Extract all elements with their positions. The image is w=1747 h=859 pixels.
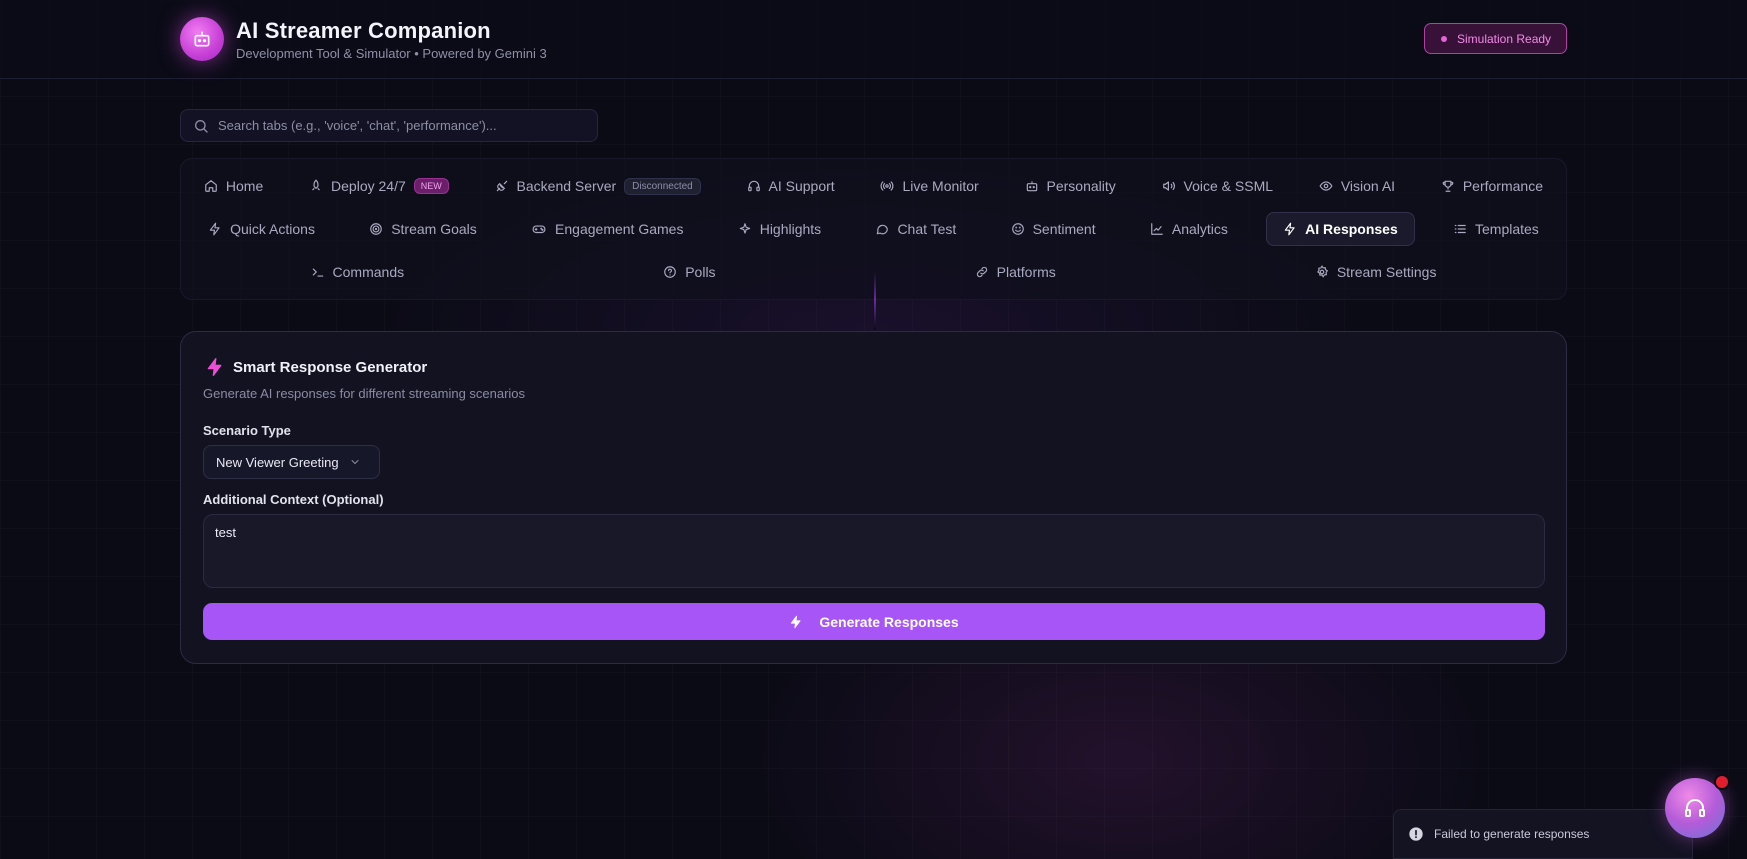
tab-stream-settings[interactable]: Stream Settings (1299, 255, 1453, 289)
tab-label: Personality (1046, 178, 1116, 194)
app-header: AI Streamer Companion Development Tool &… (0, 0, 1747, 79)
scenario-type-value: New Viewer Greeting (216, 454, 339, 470)
app-subtitle: Development Tool & Simulator • Powered b… (236, 46, 547, 61)
tab-voice-ssml[interactable]: Voice & SSML (1146, 169, 1290, 203)
target-icon (370, 223, 383, 235)
tab-label: Analytics (1171, 221, 1228, 237)
bot-icon (1026, 181, 1037, 192)
plug-icon (496, 180, 507, 192)
tab-vision-ai[interactable]: Vision AI (1303, 169, 1411, 203)
tab-label: Platforms (996, 264, 1056, 280)
tab-label: Deploy 24/7 (331, 178, 406, 194)
tab-ai-support[interactable]: AI Support (731, 169, 851, 203)
tab-label: Sentiment (1032, 221, 1096, 237)
tab-polls[interactable]: Polls (647, 255, 731, 289)
tab-performance[interactable]: Performance (1425, 169, 1559, 203)
glow-divider (874, 270, 876, 330)
tab-label: Engagement Games (555, 221, 684, 237)
tab-sentiment[interactable]: Sentiment (995, 212, 1112, 246)
eye-icon (1319, 181, 1333, 191)
scenario-type-label: Scenario Type (203, 423, 291, 438)
sparkles-icon (739, 223, 750, 234)
rocket-icon (312, 179, 320, 191)
zap-icon (791, 615, 801, 628)
smart-response-card: Smart Response Generator Generate AI res… (180, 331, 1567, 664)
smile-icon (1011, 223, 1024, 235)
tab-label: Home (225, 178, 264, 194)
tab-label: AI Support (768, 178, 835, 194)
app-title: AI Streamer Companion (236, 18, 491, 43)
tab-label: Stream Settings (1336, 264, 1437, 280)
toast-message: Failed to generate responses (1434, 827, 1590, 841)
tab-label: AI Responses (1305, 221, 1398, 237)
alert-circle-icon (1409, 827, 1423, 841)
terminal-icon (312, 268, 323, 277)
disconnected-badge: Disconnected (624, 177, 701, 195)
generate-button-label: Generate Responses (819, 613, 959, 630)
headset-icon (1685, 799, 1705, 817)
zap-icon (207, 358, 222, 376)
tab-label: Templates (1475, 221, 1539, 237)
home-icon (205, 180, 217, 192)
tab-label: Performance (1462, 178, 1543, 194)
tab-label: Vision AI (1340, 178, 1396, 194)
card-title: Smart Response Generator (233, 359, 428, 376)
tab-quick-actions[interactable]: Quick Actions (192, 212, 331, 246)
tab-live-monitor[interactable]: Live Monitor (864, 169, 994, 203)
search-input[interactable] (218, 118, 588, 133)
tab-label: Commands (332, 264, 405, 280)
new-badge: NEW (413, 178, 449, 194)
list-icon (1454, 224, 1466, 234)
link-icon (976, 266, 987, 278)
card-description: Generate AI responses for different stre… (203, 386, 526, 401)
zap-icon (1284, 222, 1295, 236)
tab-analytics[interactable]: Analytics (1134, 212, 1244, 246)
tab-deploy[interactable]: Deploy 24/7 NEW (293, 169, 465, 203)
tab-label: Backend Server (516, 178, 617, 194)
tab-search[interactable] (180, 109, 598, 142)
chart-line-icon (1151, 223, 1163, 235)
broadcast-icon (881, 181, 894, 191)
tab-ai-responses[interactable]: AI Responses (1266, 212, 1415, 246)
additional-context-label: Additional Context (Optional) (203, 492, 384, 507)
tab-templates[interactable]: Templates (1437, 212, 1555, 246)
tab-label: Stream Goals (391, 221, 477, 237)
tab-label: Highlights (759, 221, 822, 237)
tab-label: Polls (685, 264, 716, 280)
settings-icon (1316, 265, 1328, 278)
additional-context-textarea[interactable]: test (203, 514, 1545, 588)
tab-row-1: Home Deploy 24/7 NEW Backend Server Disc… (181, 168, 1566, 204)
tab-platforms[interactable]: Platforms (959, 255, 1072, 289)
tab-commands[interactable]: Commands (295, 255, 421, 289)
tab-backend-server[interactable]: Backend Server Disconnected (479, 169, 717, 203)
tab-stream-goals[interactable]: Stream Goals (353, 212, 493, 246)
chevron-down-icon (351, 460, 359, 465)
help-circle-icon (664, 266, 677, 278)
tab-label: Voice & SSML (1183, 178, 1274, 194)
tab-home[interactable]: Home (188, 169, 279, 203)
zap-icon (209, 222, 220, 236)
tab-label: Quick Actions (230, 221, 315, 237)
status-text: Simulation Ready (1457, 31, 1552, 46)
error-toast: Failed to generate responses (1393, 809, 1693, 859)
tab-label: Chat Test (897, 221, 957, 237)
generate-responses-button[interactable]: Generate Responses (203, 603, 1545, 640)
headset-icon (747, 180, 760, 192)
tab-row-2: Quick Actions Stream Goals Engagement Ga… (181, 211, 1566, 247)
notification-badge (1714, 774, 1730, 790)
tab-personality[interactable]: Personality (1009, 169, 1132, 203)
tab-label: Live Monitor (902, 178, 979, 194)
trophy-icon (1442, 180, 1454, 192)
bot-logo-icon (180, 17, 224, 61)
tab-chat-test[interactable]: Chat Test (859, 212, 972, 246)
message-icon (877, 224, 889, 235)
status-badge: Simulation Ready (1424, 23, 1567, 54)
tab-highlights[interactable]: Highlights (722, 212, 837, 246)
speaker-icon (1162, 181, 1175, 191)
gamepad-icon (532, 225, 546, 234)
status-dot-icon (1441, 35, 1447, 42)
search-icon (195, 119, 208, 133)
tab-engagement-games[interactable]: Engagement Games (515, 212, 699, 246)
scenario-type-select[interactable]: New Viewer Greeting (203, 445, 380, 479)
